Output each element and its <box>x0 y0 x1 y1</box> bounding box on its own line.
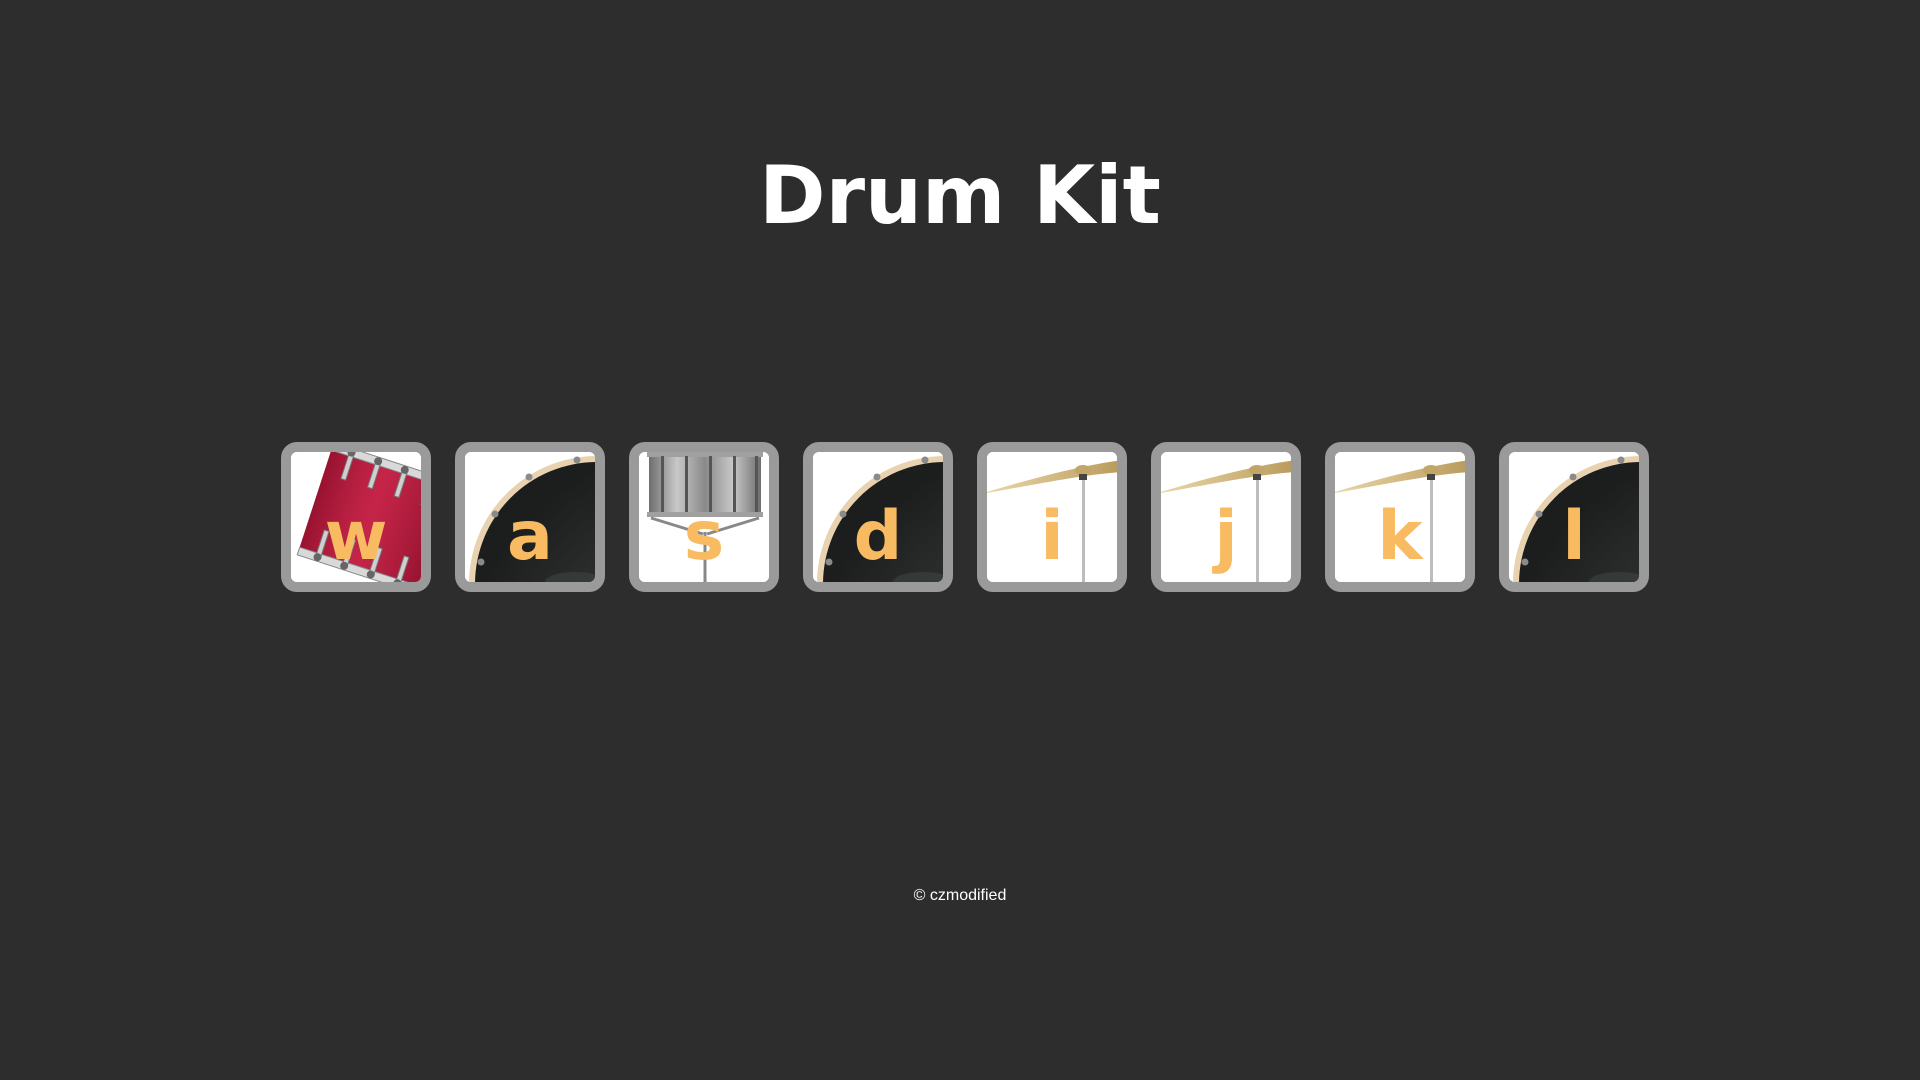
drum-button-a[interactable]: a <box>455 442 605 592</box>
drum-key-label: i <box>1040 497 1064 576</box>
drum-key-label: d <box>853 497 903 576</box>
drum-key-label: s <box>683 497 725 576</box>
drum-key-label: j <box>1214 497 1238 576</box>
drum-key-label: w <box>324 497 388 576</box>
drum-key-label: k <box>1377 497 1423 576</box>
drum-key-label: l <box>1562 497 1586 576</box>
drum-button-l[interactable]: l <box>1499 442 1649 592</box>
drum-button-k[interactable]: k <box>1325 442 1475 592</box>
drum-button-d[interactable]: d <box>803 442 953 592</box>
drum-pads: w a s d i j k l <box>281 442 1651 592</box>
drum-button-i[interactable]: i <box>977 442 1127 592</box>
drum-button-j[interactable]: j <box>1151 442 1301 592</box>
page-title: Drum Kit <box>759 149 1161 242</box>
drum-button-w[interactable]: w <box>281 442 431 592</box>
footer-copyright: © czmodified <box>913 887 1007 904</box>
drum-key-label: a <box>507 497 553 576</box>
drum-button-s[interactable]: s <box>629 442 779 592</box>
